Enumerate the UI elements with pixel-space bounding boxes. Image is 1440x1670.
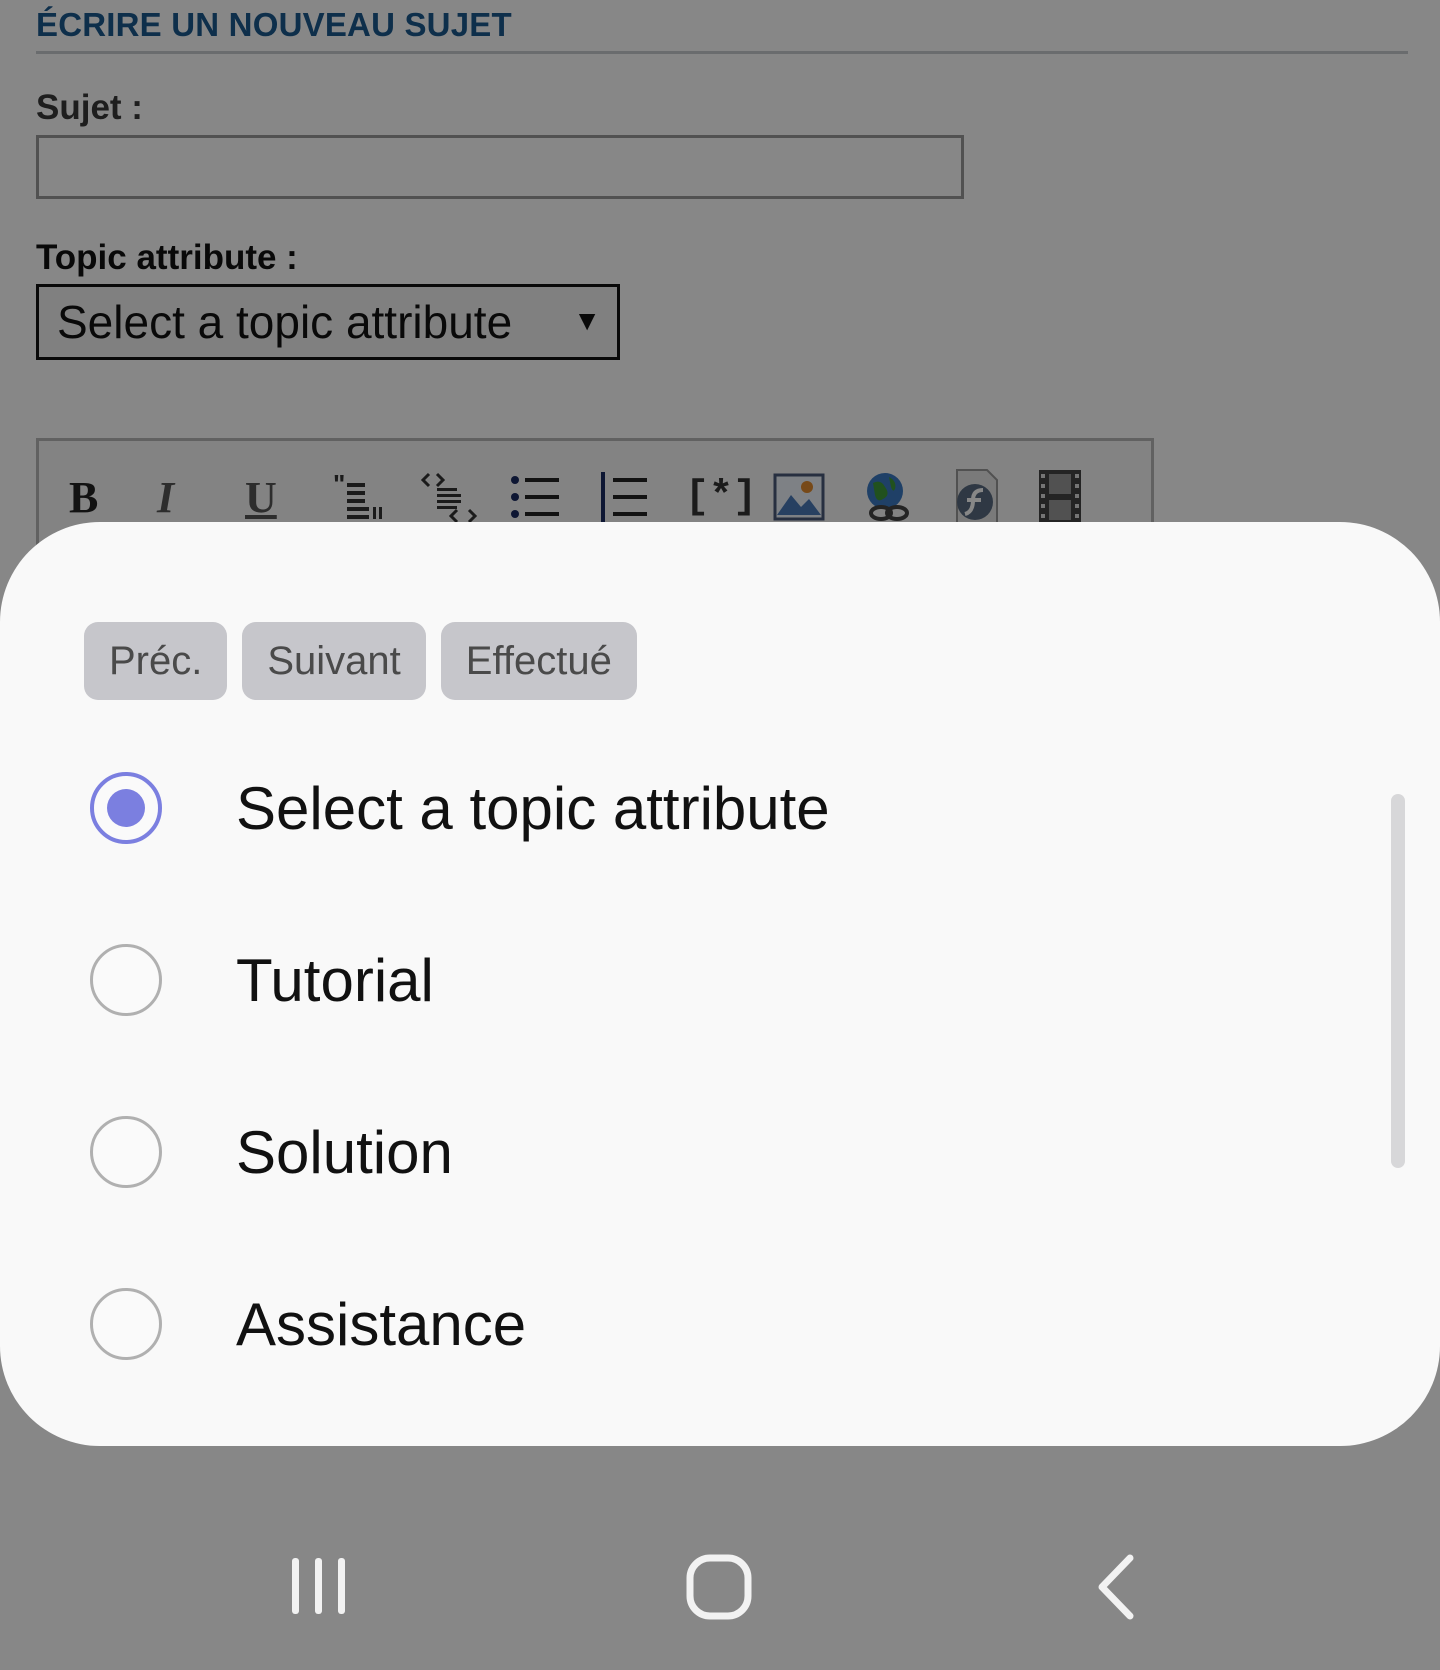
topic-attribute-picker: Préc. Suivant Effectué Select a topic at…	[0, 522, 1440, 1446]
radio-checked-icon[interactable]	[90, 772, 162, 844]
system-nav-bar	[0, 1446, 1440, 1670]
picker-nav-buttons: Préc. Suivant Effectué	[84, 622, 637, 700]
previous-button[interactable]: Préc.	[84, 622, 228, 700]
home-button[interactable]	[680, 1546, 760, 1633]
radio-unchecked-icon[interactable]	[90, 1116, 162, 1188]
picker-options-list[interactable]: Select a topic attribute Tutorial Soluti…	[0, 722, 1440, 1397]
recents-icon	[292, 1558, 345, 1614]
back-button[interactable]	[1090, 1546, 1150, 1633]
picker-option-assistance[interactable]: Assistance	[0, 1238, 1380, 1397]
option-label: Assistance	[236, 1290, 527, 1358]
picker-scrollbar[interactable]	[1391, 794, 1405, 1168]
picker-option-select-topic[interactable]: Select a topic attribute	[0, 722, 1380, 894]
option-label: Solution	[236, 1118, 453, 1186]
radio-unchecked-icon[interactable]	[90, 1288, 162, 1360]
picker-option-solution[interactable]: Solution	[0, 1066, 1380, 1238]
home-icon	[686, 1554, 752, 1620]
next-button[interactable]: Suivant	[242, 622, 426, 700]
option-label: Tutorial	[236, 946, 434, 1014]
radio-unchecked-icon[interactable]	[90, 944, 162, 1016]
picker-option-tutorial[interactable]: Tutorial	[0, 894, 1380, 1066]
done-button[interactable]: Effectué	[440, 622, 637, 700]
recents-button[interactable]	[280, 1546, 356, 1633]
option-label: Select a topic attribute	[236, 774, 830, 842]
back-icon	[1098, 1554, 1134, 1620]
